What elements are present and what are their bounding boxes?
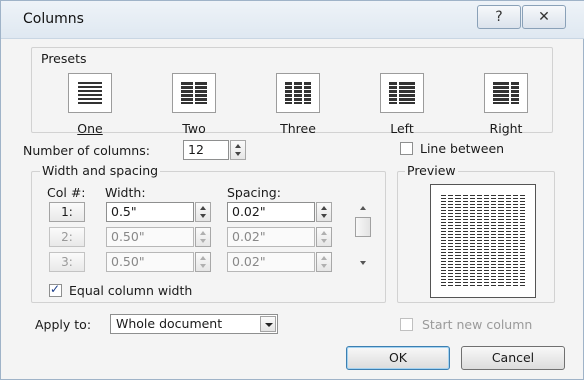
preset-two[interactable]: Two — [169, 73, 219, 136]
preset-left-icon — [380, 73, 424, 113]
scroll-thumb[interactable] — [355, 217, 371, 237]
presets-label: Presets — [41, 51, 87, 66]
apply-to-select[interactable]: Whole document — [110, 314, 278, 334]
column-list-scrollbar[interactable] — [353, 202, 373, 272]
columns-dialog: Columns ? ✕ Presets One Two Three Left R… — [0, 0, 584, 380]
preset-right[interactable]: Right — [481, 73, 531, 136]
preset-one-icon — [68, 73, 112, 113]
preset-left[interactable]: Left — [377, 73, 427, 136]
spin-down-icon — [235, 152, 241, 156]
equal-column-width-label: Equal column width — [69, 283, 193, 298]
preset-right-icon — [484, 73, 528, 113]
col-2-spacing-spinner — [316, 227, 332, 247]
line-between-checkbox[interactable] — [400, 142, 413, 155]
scroll-down-icon — [360, 261, 366, 265]
spin-up-icon — [235, 144, 241, 148]
chevron-down-icon[interactable] — [260, 316, 276, 332]
preset-three-icon — [276, 73, 320, 113]
col-3-button: 3: — [49, 252, 85, 272]
apply-to-label: Apply to: — [35, 317, 92, 332]
scroll-up-icon — [360, 206, 366, 210]
preset-three[interactable]: Three — [273, 73, 323, 136]
line-between-label: Line between — [420, 141, 505, 156]
col-2-width-input: 0.50" — [106, 227, 194, 247]
preset-one-label: One — [77, 121, 103, 136]
col-1-button[interactable]: 1: — [49, 202, 85, 222]
equal-column-width-checkbox[interactable] — [49, 282, 62, 297]
help-icon: ? — [495, 9, 503, 25]
ok-button[interactable]: OK — [346, 346, 450, 370]
help-button[interactable]: ? — [477, 5, 521, 29]
col-3-width-spinner — [195, 252, 211, 272]
title-bar: Columns ? ✕ — [1, 1, 584, 39]
col-2-width-spinner — [195, 227, 211, 247]
col-1-width-spinner[interactable] — [195, 202, 211, 222]
number-of-columns-label: Number of columns: — [23, 143, 150, 158]
apply-to-value: Whole document — [116, 316, 223, 331]
preset-two-label: Two — [182, 121, 206, 136]
width-spacing-label: Width and spacing — [40, 163, 161, 178]
number-of-columns-spinner[interactable] — [230, 140, 246, 160]
col-1-spacing-input[interactable]: 0.02" — [227, 202, 315, 222]
spacing-header: Spacing: — [227, 185, 281, 200]
col-3-spacing-spinner — [316, 252, 332, 272]
close-button[interactable]: ✕ — [522, 5, 566, 29]
start-new-column-label: Start new column — [422, 317, 533, 332]
preview-label: Preview — [405, 163, 458, 178]
width-header: Width: — [105, 185, 146, 200]
preview-columns — [441, 195, 526, 287]
start-new-column-checkbox — [400, 318, 413, 331]
col-2-spacing-input: 0.02" — [227, 227, 315, 247]
preset-one[interactable]: One — [65, 73, 115, 136]
cancel-button[interactable]: Cancel — [461, 346, 565, 370]
preset-two-icon — [172, 73, 216, 113]
col-1-width-input[interactable]: 0.5" — [106, 202, 194, 222]
close-icon: ✕ — [538, 9, 550, 25]
col-number-header: Col #: — [47, 185, 86, 200]
col-3-width-input: 0.50" — [106, 252, 194, 272]
dialog-title: Columns — [23, 11, 84, 27]
preset-right-label: Right — [489, 121, 523, 136]
col-1-spacing-spinner[interactable] — [316, 202, 332, 222]
preset-left-label: Left — [390, 121, 414, 136]
preset-three-label: Three — [280, 121, 316, 136]
number-of-columns-input[interactable]: 12 — [183, 140, 229, 160]
col-2-button: 2: — [49, 227, 85, 247]
preview-page — [430, 184, 536, 298]
col-3-spacing-input: 0.02" — [227, 252, 315, 272]
